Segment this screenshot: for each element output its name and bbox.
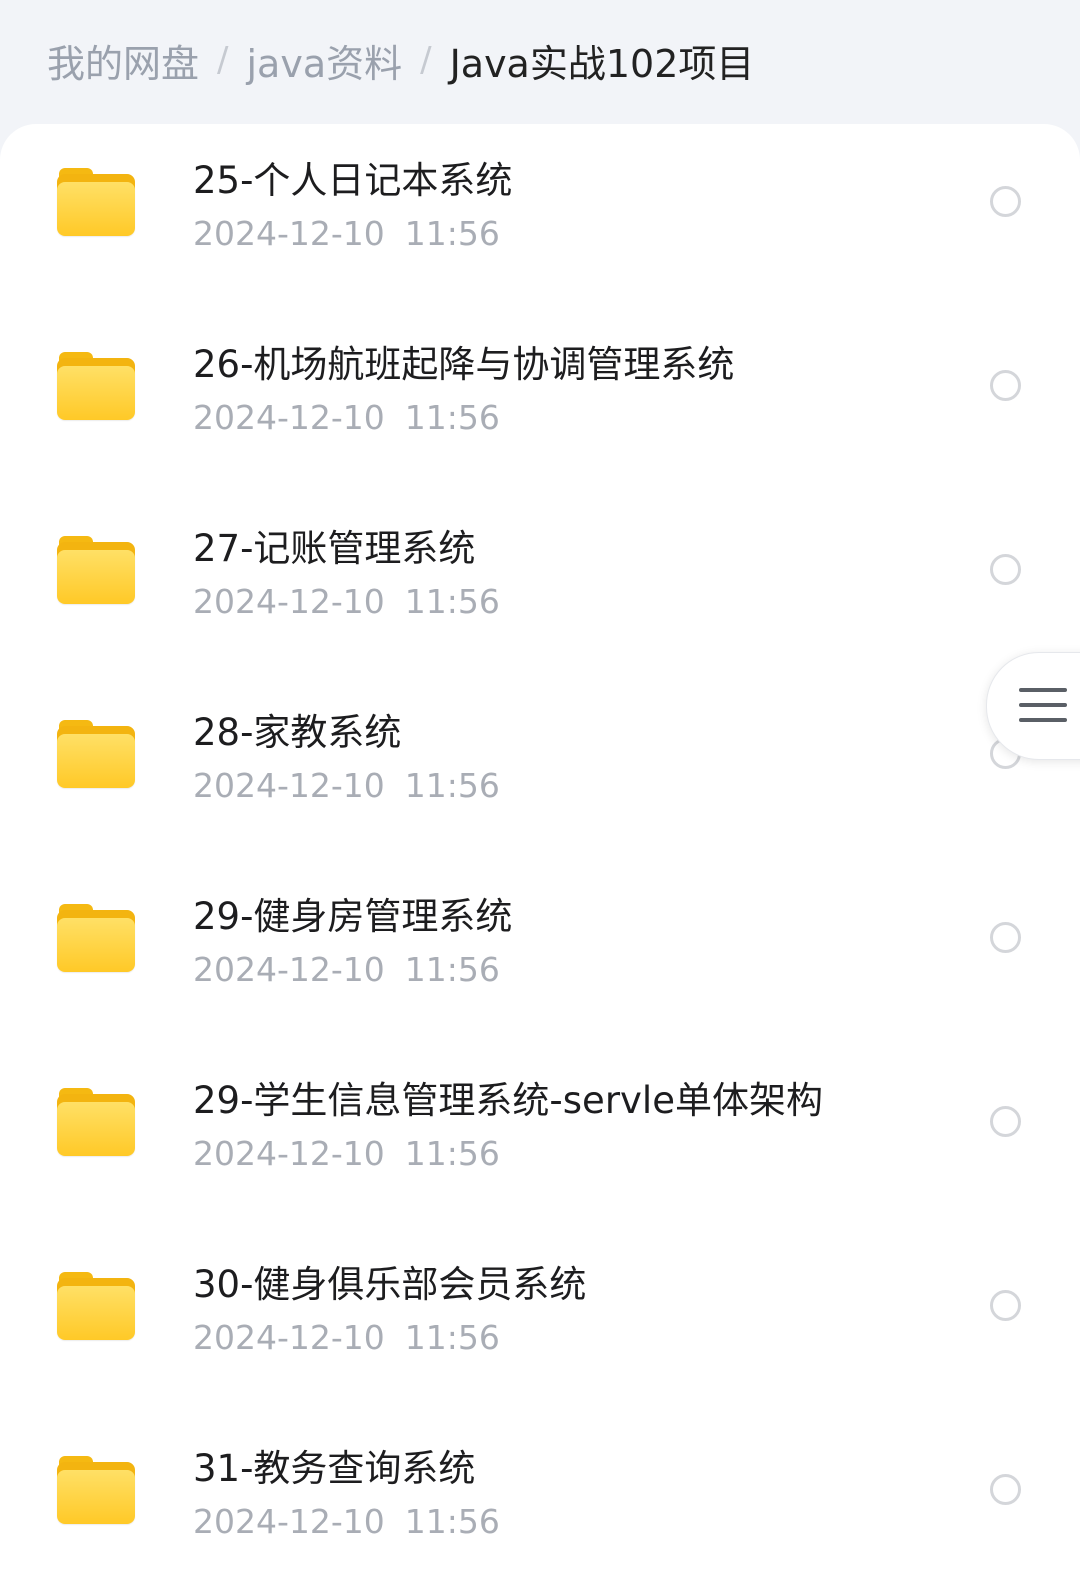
folder-icon — [57, 352, 135, 420]
folder-icon — [57, 1272, 135, 1340]
file-meta: 2024-12-10 11:56 — [193, 766, 500, 805]
file-list: 25-个人日记本系统 2024-12-10 11:56 26-机场航班起降与协调管… — [0, 124, 1080, 1591]
breadcrumb-parent[interactable]: java资料 — [246, 33, 402, 88]
select-radio-icon[interactable] — [990, 370, 1021, 401]
select-radio-icon[interactable] — [990, 1106, 1021, 1137]
file-date: 2024-12-10 — [193, 214, 385, 253]
file-time: 11:56 — [404, 766, 500, 805]
breadcrumb-separator: / — [217, 40, 229, 80]
file-date: 2024-12-10 — [193, 1318, 385, 1357]
select-radio-icon[interactable] — [990, 554, 1021, 585]
file-meta: 2024-12-10 11:56 — [193, 214, 500, 253]
file-time: 11:56 — [404, 1134, 500, 1173]
file-time: 11:56 — [404, 582, 500, 621]
file-meta: 2024-12-10 11:56 — [193, 1502, 500, 1541]
file-time: 11:56 — [404, 214, 500, 253]
file-meta: 2024-12-10 11:56 — [193, 398, 500, 437]
hamburger-menu-icon — [1019, 688, 1067, 724]
file-meta: 2024-12-10 11:56 — [193, 1134, 500, 1173]
select-radio-icon[interactable] — [990, 1474, 1021, 1505]
breadcrumb: 我的网盘 / java资料 / Java实战102项目 — [47, 28, 754, 92]
folder-icon — [57, 720, 135, 788]
breadcrumb-separator: / — [420, 40, 432, 80]
list-item[interactable]: 28-家教系统 2024-12-10 11:56 — [0, 676, 1080, 860]
file-meta: 2024-12-10 11:56 — [193, 582, 500, 621]
folder-icon — [57, 1088, 135, 1156]
file-name: 29-学生信息管理系统-servle单体架构 — [193, 1079, 823, 1122]
file-meta: 2024-12-10 11:56 — [193, 950, 500, 989]
list-item[interactable]: 30-健身俱乐部会员系统 2024-12-10 11:56 — [0, 1228, 1080, 1412]
breadcrumb-current: Java实战102项目 — [449, 41, 755, 86]
folder-icon — [57, 1456, 135, 1524]
select-radio-icon[interactable] — [990, 186, 1021, 217]
file-name: 26-机场航班起降与协调管理系统 — [193, 343, 735, 386]
file-time: 11:56 — [404, 950, 500, 989]
file-name: 30-健身俱乐部会员系统 — [193, 1263, 587, 1306]
file-date: 2024-12-10 — [193, 1134, 385, 1173]
file-name: 31-教务查询系统 — [193, 1447, 476, 1490]
file-date: 2024-12-10 — [193, 1502, 385, 1541]
list-item[interactable]: 29-学生信息管理系统-servle单体架构 2024-12-10 11:56 — [0, 1044, 1080, 1228]
file-time: 11:56 — [404, 398, 500, 437]
file-name: 28-家教系统 — [193, 711, 402, 754]
file-name: 25-个人日记本系统 — [193, 159, 513, 202]
select-radio-icon[interactable] — [990, 1290, 1021, 1321]
file-date: 2024-12-10 — [193, 950, 385, 989]
file-list-card: 25-个人日记本系统 2024-12-10 11:56 26-机场航班起降与协调管… — [0, 124, 1080, 1591]
select-radio-icon[interactable] — [990, 922, 1021, 953]
list-item[interactable]: 25-个人日记本系统 2024-12-10 11:56 — [0, 124, 1080, 308]
file-date: 2024-12-10 — [193, 398, 385, 437]
list-item[interactable]: 26-机场航班起降与协调管理系统 2024-12-10 11:56 — [0, 308, 1080, 492]
floating-menu-button[interactable] — [986, 652, 1080, 760]
file-name: 27-记账管理系统 — [193, 527, 476, 570]
list-item[interactable]: 29-健身房管理系统 2024-12-10 11:56 — [0, 860, 1080, 1044]
file-date: 2024-12-10 — [193, 766, 385, 805]
folder-icon — [57, 536, 135, 604]
folder-icon — [57, 168, 135, 236]
file-meta: 2024-12-10 11:56 — [193, 1318, 500, 1357]
file-name: 29-健身房管理系统 — [193, 895, 513, 938]
file-date: 2024-12-10 — [193, 582, 385, 621]
list-item[interactable]: 27-记账管理系统 2024-12-10 11:56 — [0, 492, 1080, 676]
breadcrumb-root[interactable]: 我的网盘 — [47, 33, 199, 88]
list-item[interactable]: 31-教务查询系统 2024-12-10 11:56 — [0, 1412, 1080, 1591]
file-time: 11:56 — [404, 1318, 500, 1357]
file-time: 11:56 — [404, 1502, 500, 1541]
folder-icon — [57, 904, 135, 972]
